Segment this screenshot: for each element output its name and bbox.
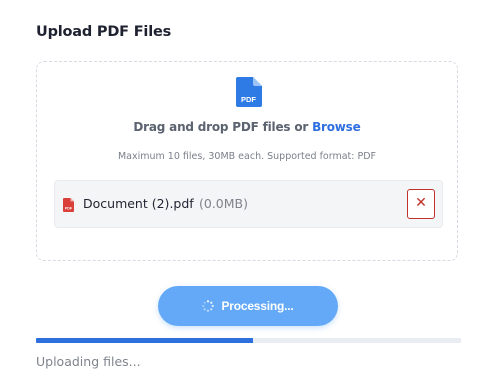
upload-hint: Maximum 10 files, 30MB each. Supported f… (117, 151, 377, 162)
spinner-icon (202, 300, 215, 312)
file-size: (0.0MB) (199, 196, 248, 211)
upload-progress-bar (36, 338, 461, 343)
pdf-file-icon: PDF (63, 198, 74, 212)
svg-text:PDF: PDF (241, 95, 256, 104)
file-item: PDF Document (2).pdf (0.0MB) ✕ (54, 180, 443, 228)
remove-file-button[interactable]: ✕ (407, 189, 435, 219)
drag-drop-label: Drag and drop PDF files or (133, 120, 309, 134)
browse-link[interactable]: Browse (312, 120, 361, 134)
svg-text:PDF: PDF (65, 207, 73, 211)
pdf-file-icon: PDF (236, 77, 262, 107)
close-icon: ✕ (415, 195, 427, 211)
upload-status: Uploading files... (36, 354, 141, 369)
processing-label: Processing... (221, 299, 294, 313)
drag-drop-text: Drag and drop PDF files or Browse (37, 120, 457, 134)
processing-button[interactable]: Processing... (158, 286, 338, 326)
upload-progress-fill (36, 338, 253, 343)
page-title: Upload PDF Files (36, 24, 172, 40)
file-dropzone[interactable]: PDF Drag and drop PDF files or Browse Ma… (36, 61, 458, 261)
file-name: Document (2).pdf (83, 196, 194, 211)
